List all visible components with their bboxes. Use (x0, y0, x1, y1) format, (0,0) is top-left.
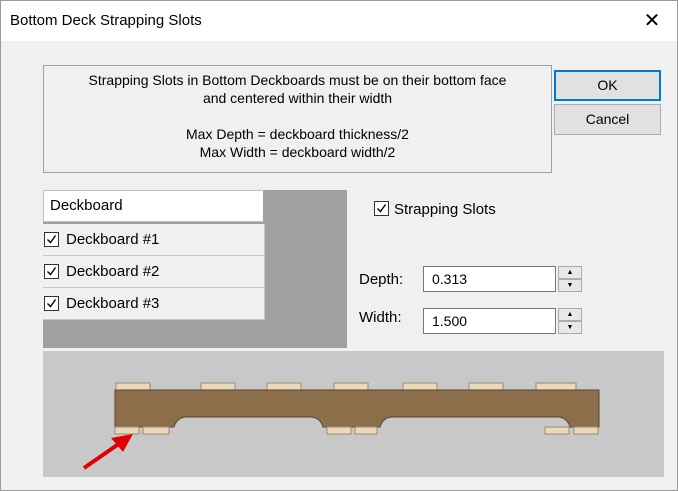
stringer-board (114, 389, 600, 428)
deckboard-2-label: Deckboard #2 (66, 263, 160, 280)
top-deckboards (115, 382, 577, 391)
window-title: Bottom Deck Strapping Slots (10, 12, 202, 29)
title-bar: Bottom Deck Strapping Slots ✕ (1, 1, 677, 41)
deckboard-row-1[interactable]: Deckboard #1 (43, 224, 265, 256)
deckboard-column-header[interactable]: Deckboard (43, 190, 265, 222)
width-spinner[interactable]: ▲ ▼ (558, 308, 582, 334)
width-label: Width: (359, 309, 402, 326)
checkmark-icon (47, 235, 57, 244)
strapping-slots-label[interactable]: Strapping Slots (394, 201, 496, 219)
deckboard-row-3[interactable]: Deckboard #3 (43, 288, 265, 320)
width-input[interactable]: 1.500 (423, 308, 556, 334)
depth-spinner[interactable]: ▲ ▼ (558, 266, 582, 292)
width-up-arrow-icon[interactable]: ▲ (558, 308, 582, 321)
red-arrow-icon (82, 434, 133, 470)
checkmark-icon (47, 299, 57, 308)
ok-button[interactable]: OK (554, 70, 661, 101)
width-down-arrow-icon[interactable]: ▼ (558, 321, 582, 334)
info-line-2: and centered within their width (202, 90, 393, 106)
dialog-window: Bottom Deck Strapping Slots ✕ Strapping … (0, 0, 678, 491)
depth-input[interactable]: 0.313 (423, 266, 556, 292)
checkmark-icon (47, 267, 57, 276)
deckboard-3-checkbox[interactable] (44, 296, 59, 311)
deck-preview (43, 351, 664, 477)
info-line-3: Max Depth = deckboard thickness/2 (186, 126, 409, 142)
bottom-deckboards (114, 426, 599, 435)
deck-preview-drawing (82, 382, 600, 470)
depth-down-arrow-icon[interactable]: ▼ (558, 279, 582, 292)
deckboard-1-checkbox[interactable] (44, 232, 59, 247)
info-box: Strapping Slots in Bottom Deckboards mus… (43, 65, 552, 173)
deckboard-row-2[interactable]: Deckboard #2 (43, 256, 265, 288)
deckboard-3-label: Deckboard #3 (66, 295, 160, 312)
deckboard-1-label: Deckboard #1 (66, 231, 160, 248)
deckboard-2-checkbox[interactable] (44, 264, 59, 279)
cancel-button[interactable]: Cancel (554, 104, 661, 135)
depth-label: Depth: (359, 271, 404, 288)
depth-up-arrow-icon[interactable]: ▲ (558, 266, 582, 279)
info-line-4: Max Width = deckboard width/2 (199, 144, 396, 160)
strapping-slots-checkbox[interactable] (374, 201, 389, 216)
checkmark-icon (377, 204, 387, 213)
info-line-1: Strapping Slots in Bottom Deckboards mus… (88, 72, 507, 88)
close-icon[interactable]: ✕ (637, 7, 667, 35)
